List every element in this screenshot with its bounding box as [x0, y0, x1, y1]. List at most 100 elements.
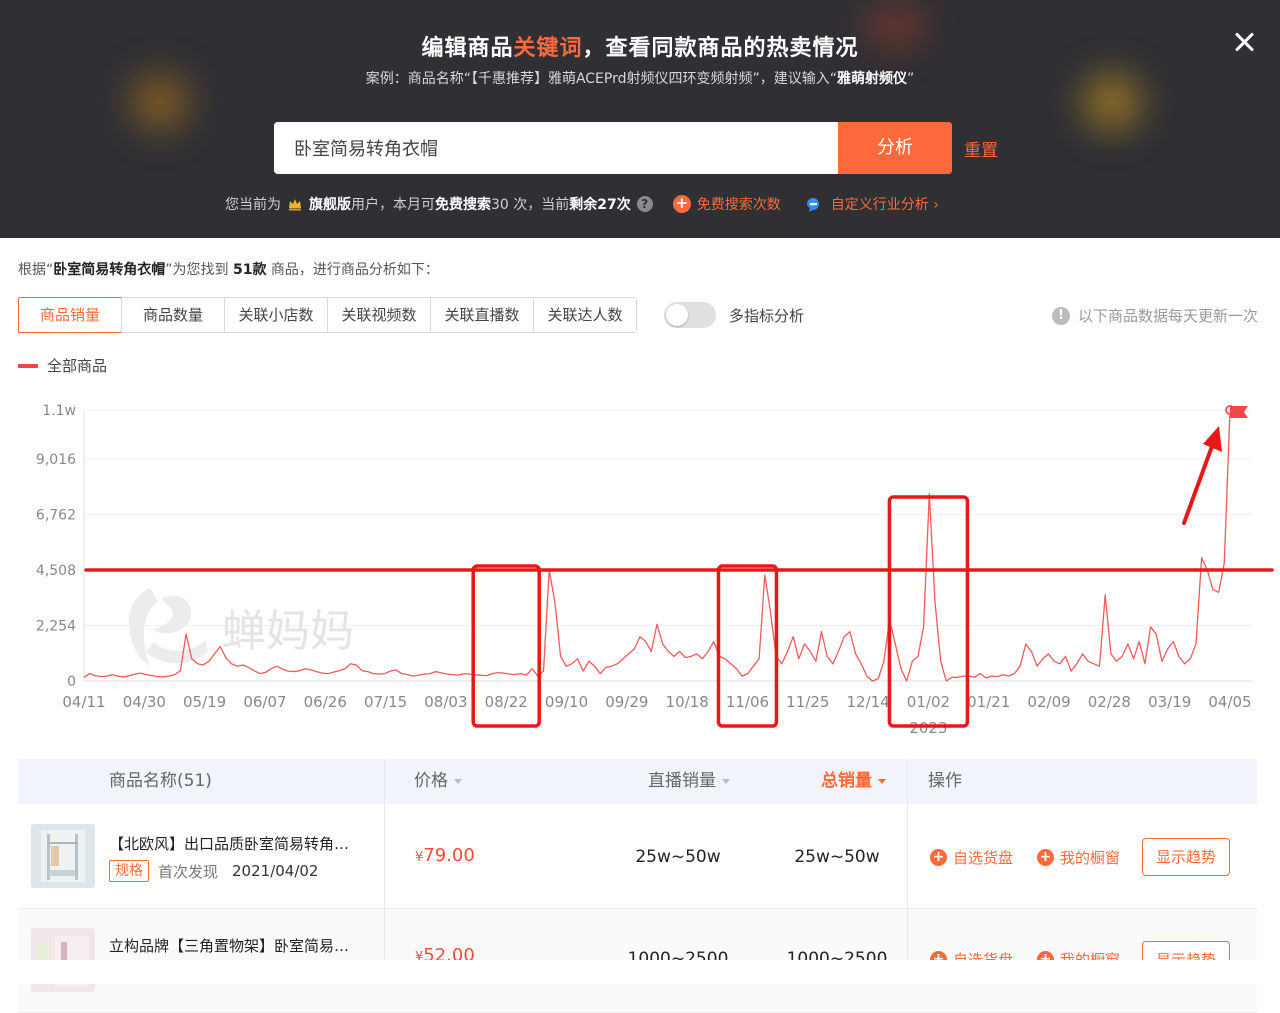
- analyze-button[interactable]: 分析: [838, 122, 952, 174]
- custom-analysis-icon: [806, 198, 819, 212]
- y-tick-label: 6,762: [36, 507, 76, 523]
- quota-text: 用户，本月可: [351, 197, 435, 213]
- watermark: 蝉妈妈: [128, 588, 354, 666]
- result-summary: 根据“卧室简易转角衣帽”为您找到 51款 商品，进行商品分析如下：: [18, 259, 439, 279]
- example-text: 案例：商品名称“【千惠推荐】雅萌ACEPrd射频仪四环变频射频”，建议输入“: [365, 71, 838, 87]
- arrow-annotation: [1182, 436, 1217, 525]
- chart-legend[interactable]: 全部商品: [18, 355, 107, 376]
- show-trend-button[interactable]: 显示趋势: [1142, 838, 1230, 876]
- product-name[interactable]: 【北欧风】出口品质卧室简易转角…: [109, 833, 349, 854]
- action-label: 我的橱窗: [1060, 849, 1121, 867]
- col-live-sales-header[interactable]: 直播销量: [648, 759, 730, 804]
- col-total-label: 总销量: [821, 771, 872, 791]
- x-tick-label: 06/26: [304, 693, 347, 711]
- x-tick-label: 08/03: [424, 693, 467, 711]
- x-tick-label: 07/15: [364, 693, 407, 711]
- y-axis-ticks: 0 2,254 4,508 6,762 9,016 1.1w: [36, 403, 76, 690]
- x-tick-label: 09/29: [605, 693, 648, 711]
- multi-metric-label: 多指标分析: [729, 307, 805, 325]
- y-tick-label: 4,508: [36, 563, 76, 579]
- summary-keyword: 卧室简易转角衣帽: [53, 262, 166, 278]
- highlight-box-annotation: [887, 495, 970, 728]
- reset-button[interactable]: 重置: [964, 136, 998, 161]
- x-axis-ticks: 04/11 04/30 05/19 06/07 06/26 07/15 08/03 08/22…: [62, 693, 1251, 737]
- first-seen-date: 2021/04/02: [232, 862, 319, 880]
- add-to-window-button[interactable]: + 我的橱窗: [1037, 847, 1120, 868]
- summary-text: ”为您找到: [165, 262, 229, 278]
- x-tick-label: 10/18: [666, 693, 709, 711]
- free-search-link[interactable]: 免费搜索次数: [697, 194, 781, 214]
- info-icon: !: [1051, 306, 1070, 325]
- close-icon[interactable]: [1230, 28, 1258, 56]
- sales-line-chart: 0 2,254 4,508 6,762 9,016 1.1w 04/11 04/30 05/1…: [36, 403, 1274, 737]
- x-tick-label: 08/22: [485, 693, 528, 711]
- product-thumbnail[interactable]: [31, 824, 95, 888]
- summary-count: 51款: [232, 262, 267, 278]
- chevron-right-icon: ›: [933, 197, 939, 213]
- legend-swatch: [18, 363, 38, 368]
- y-tick-label: 9,016: [36, 452, 76, 468]
- x-tick-label: 11/25: [786, 693, 829, 711]
- product-price: ¥79.00: [415, 845, 475, 866]
- plan-name: 旗舰版: [309, 197, 351, 213]
- example-text: ”: [907, 71, 915, 87]
- x-tick-label: 02/09: [1027, 693, 1070, 711]
- toggle-knob: [666, 304, 688, 326]
- first-seen-label: 首次发现: [158, 862, 219, 881]
- search-box: 分析: [274, 122, 952, 174]
- multi-metric-toggle[interactable]: [664, 302, 716, 328]
- update-note: ! 以下商品数据每天更新一次: [1051, 305, 1258, 326]
- tab-shop-count[interactable]: 关联小店数: [224, 298, 327, 332]
- watermark-text: 蝉妈妈: [222, 606, 354, 657]
- plus-circle-icon: +: [930, 849, 947, 866]
- product-name[interactable]: 立构品牌【三角置物架】卧室简易…: [109, 935, 349, 956]
- sort-caret-icon: [722, 778, 730, 784]
- x-tick-label: 02/28: [1088, 693, 1131, 711]
- title-text: ，查看同款商品的热卖情况: [582, 36, 859, 61]
- col-total-sales-header[interactable]: 总销量: [821, 759, 886, 804]
- y-tick-label: 0: [67, 674, 76, 690]
- title-text: 编辑商品: [421, 36, 514, 61]
- sort-caret-icon: [454, 778, 462, 784]
- update-note-text: 以下商品数据每天更新一次: [1077, 307, 1258, 325]
- table-header: 商品名称(51) 价格 直播销量 总销量 操作: [18, 759, 1257, 804]
- viewport-bottom: [0, 960, 1280, 984]
- tab-product-count[interactable]: 商品数量: [121, 298, 224, 332]
- search-header: 编辑商品关键词，查看同款商品的热卖情况 案例：商品名称“【千惠推荐】雅萌ACEP…: [0, 0, 1280, 238]
- summary-text: 商品，进行商品分析如下：: [270, 262, 439, 278]
- x-tick-label: 03/19: [1148, 693, 1191, 711]
- custom-industry-analysis-link[interactable]: 自定义行业分析 ›: [831, 194, 939, 214]
- col-actions-header: 操作: [928, 771, 962, 791]
- quota-bar: 您当前为 旗舰版 用户，本月可 免费搜索 30 次，当前 剩余27次 ? + 免…: [225, 194, 939, 214]
- x-tick-label: 04/11: [62, 693, 105, 711]
- search-input[interactable]: [274, 122, 838, 174]
- custom-link-label: 自定义行业分析: [830, 197, 929, 213]
- crown-icon: [289, 199, 301, 211]
- tab-live-count[interactable]: 关联直播数: [430, 298, 533, 332]
- plus-circle-icon[interactable]: +: [672, 195, 691, 213]
- table-row: 【北欧风】出口品质卧室简易转角… 规格 首次发现 2021/04/02 ¥79.…: [18, 805, 1257, 909]
- y-tick-label: 2,254: [36, 618, 76, 634]
- column-divider: [384, 759, 385, 959]
- action-label: 自选货盘: [953, 849, 1014, 867]
- x-tick-label: 01/02: [907, 693, 950, 711]
- tab-sales[interactable]: 商品销量: [18, 297, 122, 333]
- chart-annotations: [84, 405, 1274, 728]
- legend-label: 全部商品: [47, 357, 108, 375]
- x-tick-label: 05/19: [183, 693, 226, 711]
- quota-free-label: 免费搜索: [435, 197, 491, 213]
- header-example: 案例：商品名称“【千惠推荐】雅萌ACEPrd射频仪四环变频射频”，建议输入“雅萌…: [0, 68, 1280, 88]
- add-to-picks-button[interactable]: + 自选货盘: [930, 847, 1013, 868]
- tab-influencer-count[interactable]: 关联达人数: [533, 298, 636, 332]
- x-tick-label: 04/30: [123, 693, 166, 711]
- col-price-header[interactable]: 价格: [414, 759, 462, 804]
- x-tick-label: 06/07: [243, 693, 286, 711]
- tab-video-count[interactable]: 关联视频数: [327, 298, 430, 332]
- metric-tabs: 商品销量 商品数量 关联小店数 关联视频数 关联直播数 关联达人数: [18, 297, 637, 333]
- quota-text: 您当前为: [225, 197, 281, 213]
- x-tick-label: 12/14: [846, 693, 889, 711]
- header-title: 编辑商品关键词，查看同款商品的热卖情况: [0, 30, 1280, 62]
- price-value: 79.00: [423, 845, 475, 866]
- help-icon[interactable]: ?: [636, 196, 653, 212]
- spec-tag[interactable]: 规格: [109, 860, 149, 882]
